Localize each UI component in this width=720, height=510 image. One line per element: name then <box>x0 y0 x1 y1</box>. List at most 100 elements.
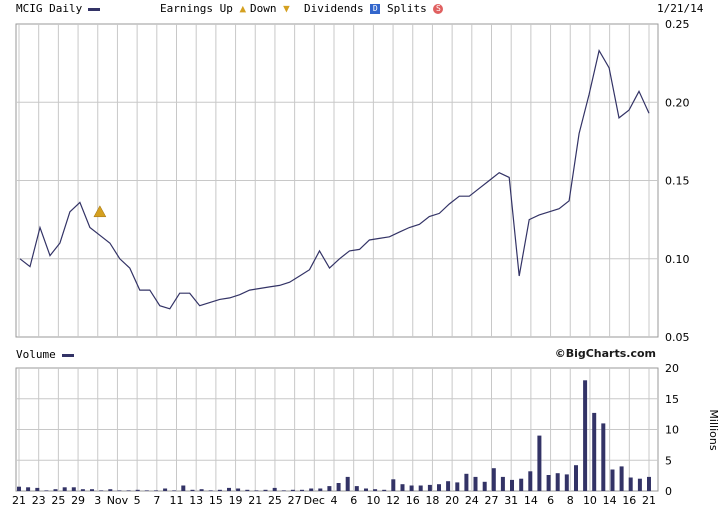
volume-bar <box>391 479 396 491</box>
volume-bar <box>574 465 578 491</box>
volume-y-tick-label: 10 <box>665 424 679 437</box>
volume-bar <box>181 485 186 491</box>
x-tick-label: 27 <box>288 494 302 507</box>
x-tick-label: 13 <box>189 494 203 507</box>
volume-bar <box>309 488 314 491</box>
x-tick-label: Nov <box>107 494 129 507</box>
volume-bar <box>537 435 542 491</box>
x-tick-label: 25 <box>268 494 282 507</box>
volume-bar <box>17 486 21 491</box>
x-tick-label: 10 <box>366 494 380 507</box>
volume-bar <box>245 489 250 491</box>
volume-bar <box>281 490 286 491</box>
volume-bar <box>382 489 387 491</box>
price-y-tick-label: 0.10 <box>665 253 690 266</box>
volume-bar <box>345 476 350 491</box>
volume-bar <box>592 412 597 491</box>
volume-bar <box>583 380 588 491</box>
volume-bar <box>62 487 67 491</box>
volume-bar <box>190 489 195 491</box>
x-tick-label: 15 <box>209 494 223 507</box>
volume-bar <box>619 466 624 491</box>
volume-bar <box>144 490 149 491</box>
volume-bar <box>53 489 58 491</box>
volume-bar <box>555 473 560 491</box>
volume-bar <box>108 489 113 491</box>
x-tick-label: 11 <box>170 494 184 507</box>
volume-y-tick-label: 15 <box>665 393 679 406</box>
volume-bar <box>464 473 469 491</box>
x-tick-label: 16 <box>406 494 420 507</box>
volume-bar <box>446 481 451 491</box>
x-tick-label: 20 <box>445 494 459 507</box>
volume-y-tick-label: 0 <box>665 485 672 498</box>
volume-y-tick-label: 5 <box>665 454 672 467</box>
volume-bar <box>199 489 204 491</box>
x-tick-label: 29 <box>71 494 85 507</box>
volume-bar <box>500 476 505 491</box>
volume-bar <box>437 484 441 491</box>
volume-bar <box>354 486 359 491</box>
volume-bar <box>26 487 31 491</box>
volume-bar <box>601 423 606 491</box>
x-tick-label: 14 <box>524 494 538 507</box>
volume-y-tick-label: 20 <box>665 362 679 375</box>
volume-bar <box>482 481 487 491</box>
x-tick-label: 6 <box>547 494 554 507</box>
volume-bar <box>71 487 76 491</box>
volume-bar <box>318 488 323 491</box>
x-tick-label: 21 <box>248 494 262 507</box>
x-tick-label: 16 <box>622 494 636 507</box>
x-tick-label: 6 <box>350 494 357 507</box>
volume-bar <box>80 489 85 491</box>
volume-bar <box>418 485 423 491</box>
volume-bar <box>163 488 168 491</box>
x-tick-label: Dec <box>304 494 325 507</box>
earnings-marker-icon <box>93 205 107 218</box>
x-tick-label: 23 <box>32 494 46 507</box>
price-y-tick-label: 0.25 <box>665 18 690 31</box>
x-tick-label: 18 <box>425 494 439 507</box>
volume-bar <box>208 490 213 491</box>
volume-bar <box>510 479 514 491</box>
price-y-tick-label: 0.15 <box>665 175 690 188</box>
volume-bar <box>35 487 40 491</box>
volume-y-axis-label: Millions <box>707 409 720 450</box>
volume-bar <box>400 484 405 491</box>
volume-bar <box>290 489 295 491</box>
price-y-tick-label: 0.05 <box>665 331 690 344</box>
volume-bar <box>90 489 94 491</box>
volume-bar <box>126 490 131 491</box>
volume-bar <box>610 469 615 491</box>
x-tick-label: 12 <box>386 494 400 507</box>
volume-bar <box>519 478 524 491</box>
volume-bar <box>272 487 277 491</box>
x-tick-label: 7 <box>153 494 160 507</box>
volume-bar <box>637 478 642 491</box>
volume-bar <box>473 476 478 491</box>
x-tick-label: 14 <box>603 494 617 507</box>
volume-bar <box>300 489 304 491</box>
x-tick-label: 10 <box>583 494 597 507</box>
x-tick-label: 25 <box>51 494 65 507</box>
volume-bar <box>172 490 177 491</box>
x-tick-label: 5 <box>134 494 141 507</box>
volume-bar <box>336 483 341 491</box>
volume-bar <box>117 490 122 491</box>
volume-bar <box>455 482 460 491</box>
volume-bar <box>427 484 432 491</box>
chart-svg: 21 23 25 29 3 Nov 5 7 11 13 15 19 21 25 27 Dec 4 6 10 12 16 1… <box>12 18 720 507</box>
volume-bar <box>227 487 231 491</box>
volume-bar <box>154 490 158 491</box>
x-tick-label: 21 <box>12 494 26 507</box>
volume-bar <box>528 471 533 491</box>
volume-bar <box>327 486 332 491</box>
volume-bar <box>373 489 378 491</box>
x-tick-label: 8 <box>567 494 574 507</box>
x-tick-label: 24 <box>465 494 479 507</box>
volume-bar <box>364 488 368 491</box>
x-tick-label: 21 <box>642 494 656 507</box>
volume-bar <box>564 474 569 491</box>
volume-bar <box>217 489 222 491</box>
x-tick-label: 19 <box>229 494 243 507</box>
